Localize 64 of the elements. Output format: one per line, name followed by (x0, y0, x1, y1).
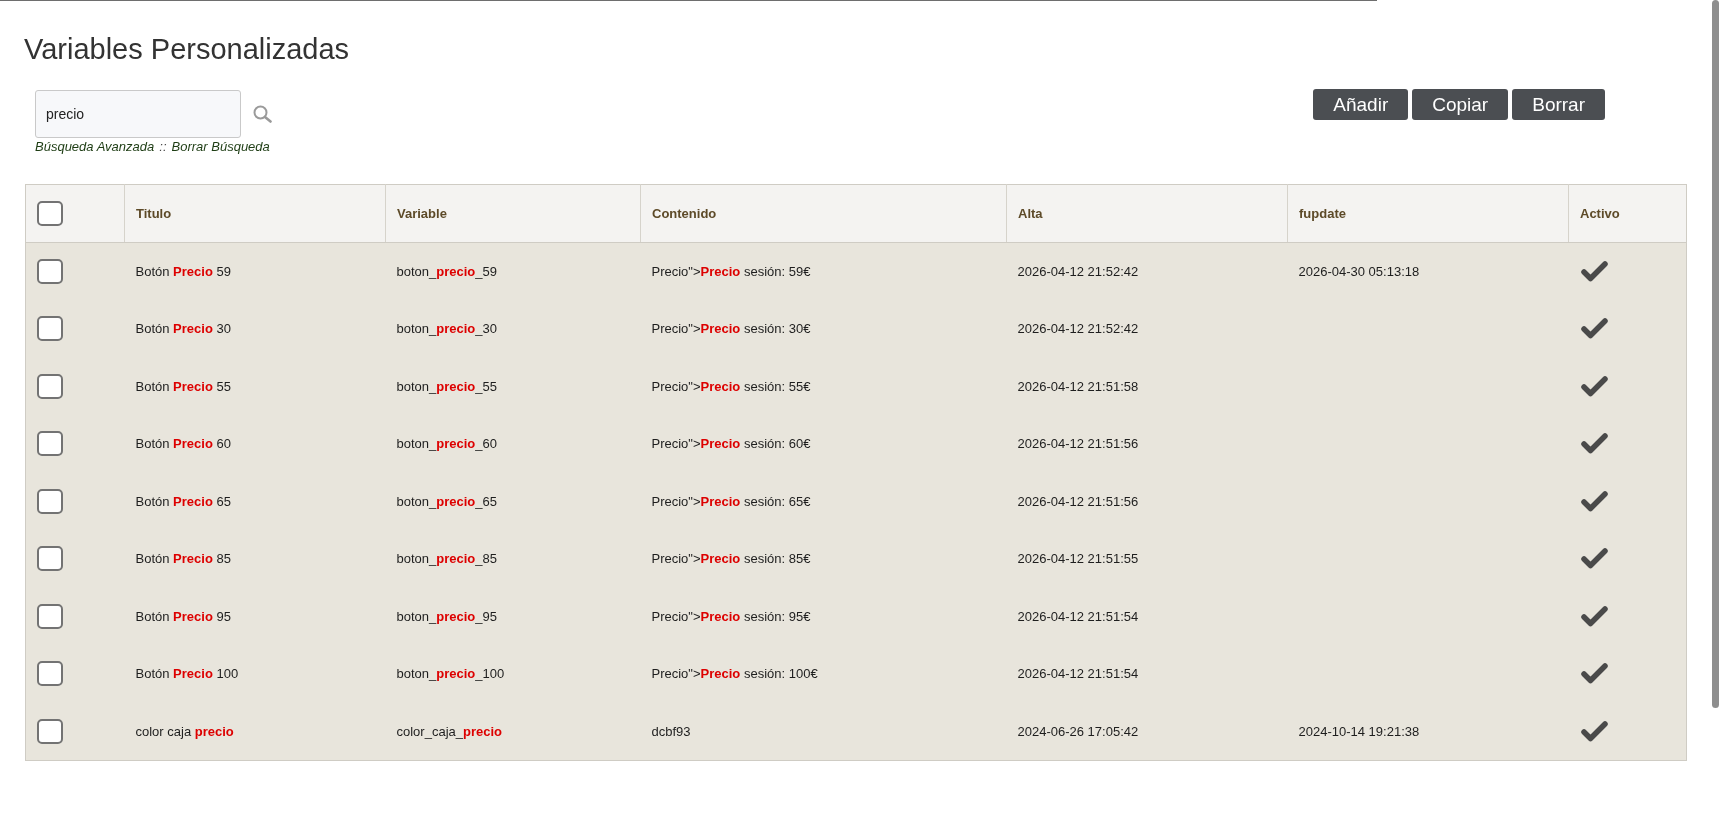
scrollbar-thumb[interactable] (1712, 0, 1719, 708)
cell-text: 2026-04-12 21:51:56 (1017, 493, 1139, 509)
select-all-checkbox[interactable] (37, 201, 63, 226)
cell-text: dcbf93 (651, 723, 691, 739)
cell-text: Botón Precio 55 (135, 378, 231, 394)
cell-text: Precio">Precio sesión: 59€ (651, 264, 811, 279)
cell-text: Botón Precio 100 (135, 666, 239, 682)
cell-text: 2026-04-12 21:51:58 (1017, 378, 1139, 394)
cell-text: 2026-04-12 21:51:54 (1017, 666, 1139, 682)
cell-text: 2026-04-12 21:51:55 (1017, 551, 1139, 567)
cell-text: boton_precio_65 (396, 493, 497, 509)
cell-text: Botón Precio 30 (135, 321, 231, 337)
cell-text: boton_precio_55 (396, 378, 497, 394)
cell-text: 2026-04-12 21:51:56 (1017, 436, 1139, 452)
cell-text: color_caja_precio (396, 723, 502, 739)
cell-text: Precio">Precio sesión: 30€ (651, 321, 811, 337)
cell-text: Precio">Precio sesión: 65€ (651, 493, 811, 509)
cell-text: Precio">Precio sesión: 55€ (651, 378, 811, 394)
row-checkbox[interactable] (37, 373, 63, 399)
row-checkbox[interactable] (37, 661, 63, 687)
cell-text: 2026-04-30 05:13:18 (1298, 264, 1420, 279)
cell-text: Botón Precio 59 (135, 264, 231, 279)
row-checkbox[interactable] (37, 546, 63, 572)
cell-text: 2026-04-12 21:52:42 (1017, 264, 1139, 279)
cell-text: Botón Precio 95 (135, 608, 231, 624)
cell-text: 2024-10-14 19:21:38 (1298, 723, 1420, 739)
cell-text: boton_precio_59 (396, 264, 497, 279)
column-header[interactable]: Activo (1580, 206, 1620, 221)
cell-text: color caja precio (135, 723, 234, 739)
cell-text: boton_precio_30 (396, 321, 497, 337)
column-header[interactable]: Titulo (136, 206, 172, 221)
row-checkbox[interactable] (37, 718, 63, 744)
column-header[interactable]: fupdate (1299, 206, 1346, 221)
copy-button[interactable]: Copiar (1412, 89, 1509, 120)
cell-text: 2024-06-26 17:05:42 (1017, 723, 1139, 739)
cell-text: boton_precio_95 (396, 608, 497, 624)
row-checkbox[interactable] (37, 316, 63, 342)
search-link[interactable]: Búsqueda Avanzada (35, 139, 155, 154)
add-button[interactable]: Añadir (1313, 89, 1409, 120)
cell-text: Precio">Precio sesión: 100€ (651, 666, 818, 682)
search-link[interactable]: Borrar Búsqueda (171, 139, 270, 154)
column-header[interactable]: Variable (397, 206, 447, 221)
cell-text: Precio">Precio sesión: 85€ (651, 551, 811, 567)
search-icon[interactable] (253, 105, 272, 123)
cell-text: boton_precio_85 (396, 551, 497, 567)
cell-text: 2026-04-12 21:51:54 (1017, 608, 1139, 624)
row-checkbox[interactable] (37, 431, 63, 457)
cell-text: Botón Precio 65 (135, 493, 231, 509)
separator-text: :: (159, 139, 167, 154)
cell-text: 2026-04-12 21:52:42 (1017, 321, 1139, 337)
delete-button[interactable]: Borrar (1512, 89, 1605, 120)
cell-text: Precio">Precio sesión: 60€ (651, 436, 811, 452)
row-checkbox[interactable] (37, 603, 63, 629)
search-field[interactable]: precio (35, 90, 241, 138)
cell-text: Botón Precio 60 (135, 436, 231, 452)
row-checkbox[interactable] (37, 259, 63, 284)
column-header[interactable]: Contenido (652, 206, 717, 221)
row-checkbox[interactable] (37, 488, 63, 514)
cell-text: Precio">Precio sesión: 95€ (651, 608, 811, 624)
page-title: Variables Personalizadas (24, 32, 350, 66)
cell-text: Botón Precio 85 (135, 551, 231, 567)
cell-text: boton_precio_60 (396, 436, 497, 452)
column-header[interactable]: Alta (1018, 206, 1043, 221)
cell-text: boton_precio_100 (396, 666, 505, 682)
